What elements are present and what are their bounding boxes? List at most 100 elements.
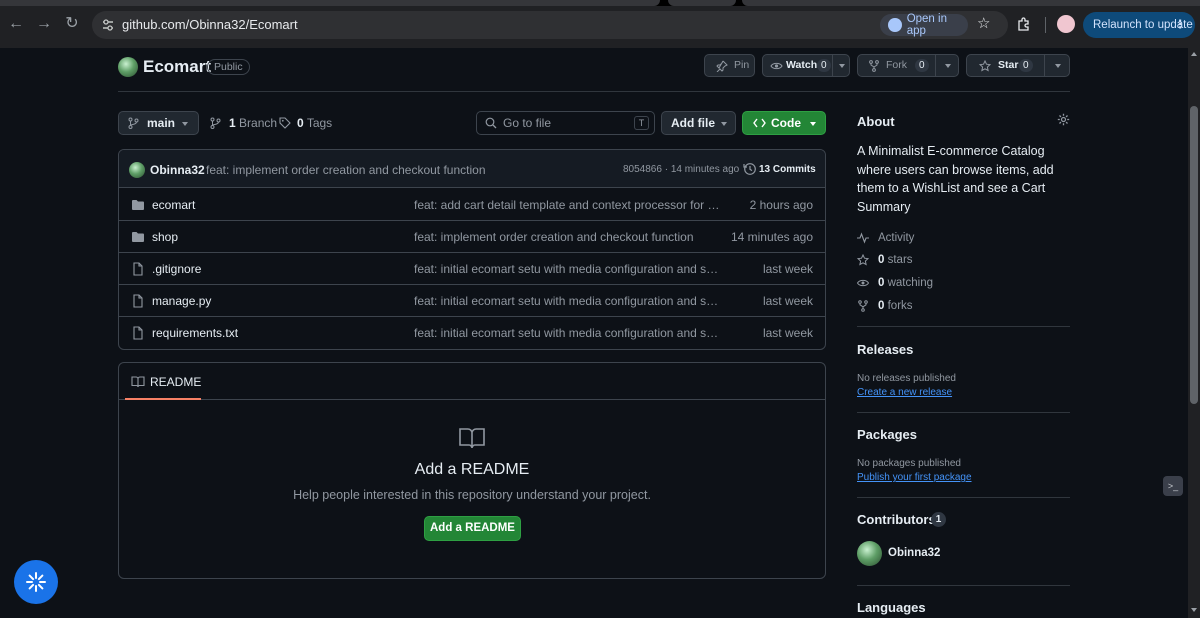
commits-link[interactable]: 13 Commits (759, 163, 816, 177)
file-commit-message[interactable]: feat: implement order creation and check… (414, 229, 722, 245)
contributors-count: 1 (931, 512, 946, 527)
url-text[interactable]: github.com/Obinna32/Ecomart (122, 17, 298, 33)
about-heading: About (857, 114, 895, 129)
fork-icon (858, 300, 868, 312)
file-browser: Obinna32 feat: implement order creation … (118, 149, 826, 350)
star-button[interactable]: Star 0 (966, 54, 1070, 77)
watch-dropdown[interactable] (832, 55, 850, 76)
commit-author[interactable]: Obinna32 (150, 162, 205, 178)
scroll-up-icon[interactable] (1191, 52, 1197, 56)
side-panel-toggle-icon[interactable]: >_ (1163, 476, 1183, 496)
code-button[interactable]: Code (742, 111, 826, 135)
add-file-button[interactable]: Add file (661, 111, 736, 135)
code-label: Code (771, 116, 801, 130)
forks-label: forks (887, 300, 913, 312)
add-readme-button[interactable]: Add a README (424, 516, 521, 541)
file-commit-message[interactable]: feat: initial ecomart setu with media co… (414, 293, 722, 309)
readme-tab-label: README (150, 375, 202, 389)
publish-package-link[interactable]: Publish your first package (857, 471, 972, 484)
keyboard-shortcut-hint: T (634, 116, 649, 130)
about-description: A Minimalist E-commerce Catalog where us… (857, 144, 1054, 214)
profile-avatar[interactable] (1057, 15, 1075, 33)
reload-icon[interactable]: ↻ (63, 15, 81, 33)
chevron-down-icon (721, 122, 727, 126)
address-bar[interactable]: github.com/Obinna32/Ecomart (92, 11, 1008, 39)
file-row[interactable]: shop feat: implement order creation and … (119, 221, 825, 253)
file-date: last week (762, 326, 813, 340)
tab-readme[interactable]: README (125, 363, 201, 400)
commit-message[interactable]: feat: implement order creation and check… (206, 162, 486, 178)
fork-icon (869, 60, 879, 72)
github-repo-page: Ecomart Public Pin Watch 0 Fork 0 Star 0… (0, 48, 1188, 618)
tag-icon (279, 117, 291, 129)
branches-count: 1 (229, 116, 236, 130)
browser-tab[interactable] (742, 0, 1200, 6)
chevron-down-icon (182, 122, 188, 126)
pin-button[interactable]: Pin (704, 54, 755, 77)
menu-dots-icon[interactable]: ⋮ (1175, 12, 1187, 38)
forward-icon[interactable]: → (35, 15, 53, 33)
packages-heading[interactable]: Packages (857, 426, 917, 444)
file-row[interactable]: .gitignore feat: initial ecomart setu wi… (119, 253, 825, 285)
file-name[interactable]: requirements.txt (152, 325, 238, 341)
contributors-heading[interactable]: Contributors (857, 511, 936, 529)
branch-selector[interactable]: main (118, 111, 199, 135)
pin-label: Pin (734, 59, 750, 71)
branch-icon (128, 117, 139, 129)
file-commit-message[interactable]: feat: initial ecomart setu with media co… (414, 325, 722, 341)
relaunch-button[interactable]: Relaunch to update ⋮ (1083, 12, 1195, 38)
site-info-icon[interactable] (100, 17, 116, 33)
watching-label: watching (887, 277, 933, 289)
packages-empty-text: No packages published (857, 458, 961, 469)
file-date: last week (762, 262, 813, 276)
browser-tab[interactable] (0, 0, 660, 6)
open-in-app-button[interactable]: Open in app (880, 13, 968, 37)
file-row[interactable]: manage.py feat: initial ecomart setu wit… (119, 285, 825, 317)
star-dropdown[interactable] (1044, 55, 1070, 76)
book-icon (459, 428, 485, 449)
chevron-down-icon (810, 122, 816, 126)
file-name[interactable]: ecomart (152, 197, 195, 213)
sidebar-divider (857, 585, 1070, 586)
history-icon (743, 163, 756, 175)
code-icon (753, 118, 766, 128)
owner-avatar[interactable] (118, 57, 138, 77)
file-commit-message[interactable]: feat: add cart detail template and conte… (414, 197, 722, 213)
assistant-fab[interactable] (14, 560, 58, 604)
tags-count: 0 (297, 116, 304, 130)
repo-name[interactable]: Ecomart (143, 57, 211, 77)
releases-heading[interactable]: Releases (857, 341, 913, 359)
scrollbar-thumb[interactable] (1190, 106, 1198, 404)
file-row[interactable]: ecomart feat: add cart detail template a… (119, 189, 825, 221)
fork-button[interactable]: Fork 0 (857, 54, 959, 77)
fork-count: 0 (915, 59, 929, 72)
file-commit-message[interactable]: feat: initial ecomart setu with media co… (414, 261, 722, 277)
gear-icon[interactable] (1057, 113, 1070, 126)
bookmark-star-icon[interactable]: ☆ (977, 16, 993, 32)
create-release-link[interactable]: Create a new release (857, 386, 952, 399)
file-date: 2 hours ago (749, 198, 813, 212)
extensions-icon[interactable] (1016, 16, 1032, 32)
chevron-down-icon (839, 64, 845, 68)
commit-sha-time[interactable]: 8054866 · 14 minutes ago (623, 163, 739, 177)
sidebar-divider (857, 326, 1070, 327)
back-icon[interactable]: ← (7, 15, 25, 33)
file-name[interactable]: manage.py (152, 293, 211, 309)
file-name[interactable]: .gitignore (152, 261, 201, 277)
file-name[interactable]: shop (152, 229, 178, 245)
languages-heading: Languages (857, 600, 926, 615)
scroll-down-icon[interactable] (1191, 608, 1197, 612)
readme-panel: README Add a README Help people interest… (118, 362, 826, 579)
contributor-avatar[interactable] (857, 541, 882, 566)
page-scrollbar[interactable] (1188, 48, 1200, 618)
watch-button[interactable]: Watch 0 (762, 54, 850, 77)
star-icon (979, 60, 991, 72)
commit-author-avatar[interactable] (129, 162, 145, 178)
sidebar-divider (857, 497, 1070, 498)
browser-tab[interactable] (668, 0, 736, 6)
file-row[interactable]: requirements.txt feat: initial ecomart s… (119, 317, 825, 349)
fork-dropdown[interactable] (935, 55, 959, 76)
star-label: Star (998, 59, 1019, 71)
contributor-name[interactable]: Obinna32 (888, 546, 940, 560)
go-to-file-input[interactable]: Go to file T (476, 111, 655, 135)
